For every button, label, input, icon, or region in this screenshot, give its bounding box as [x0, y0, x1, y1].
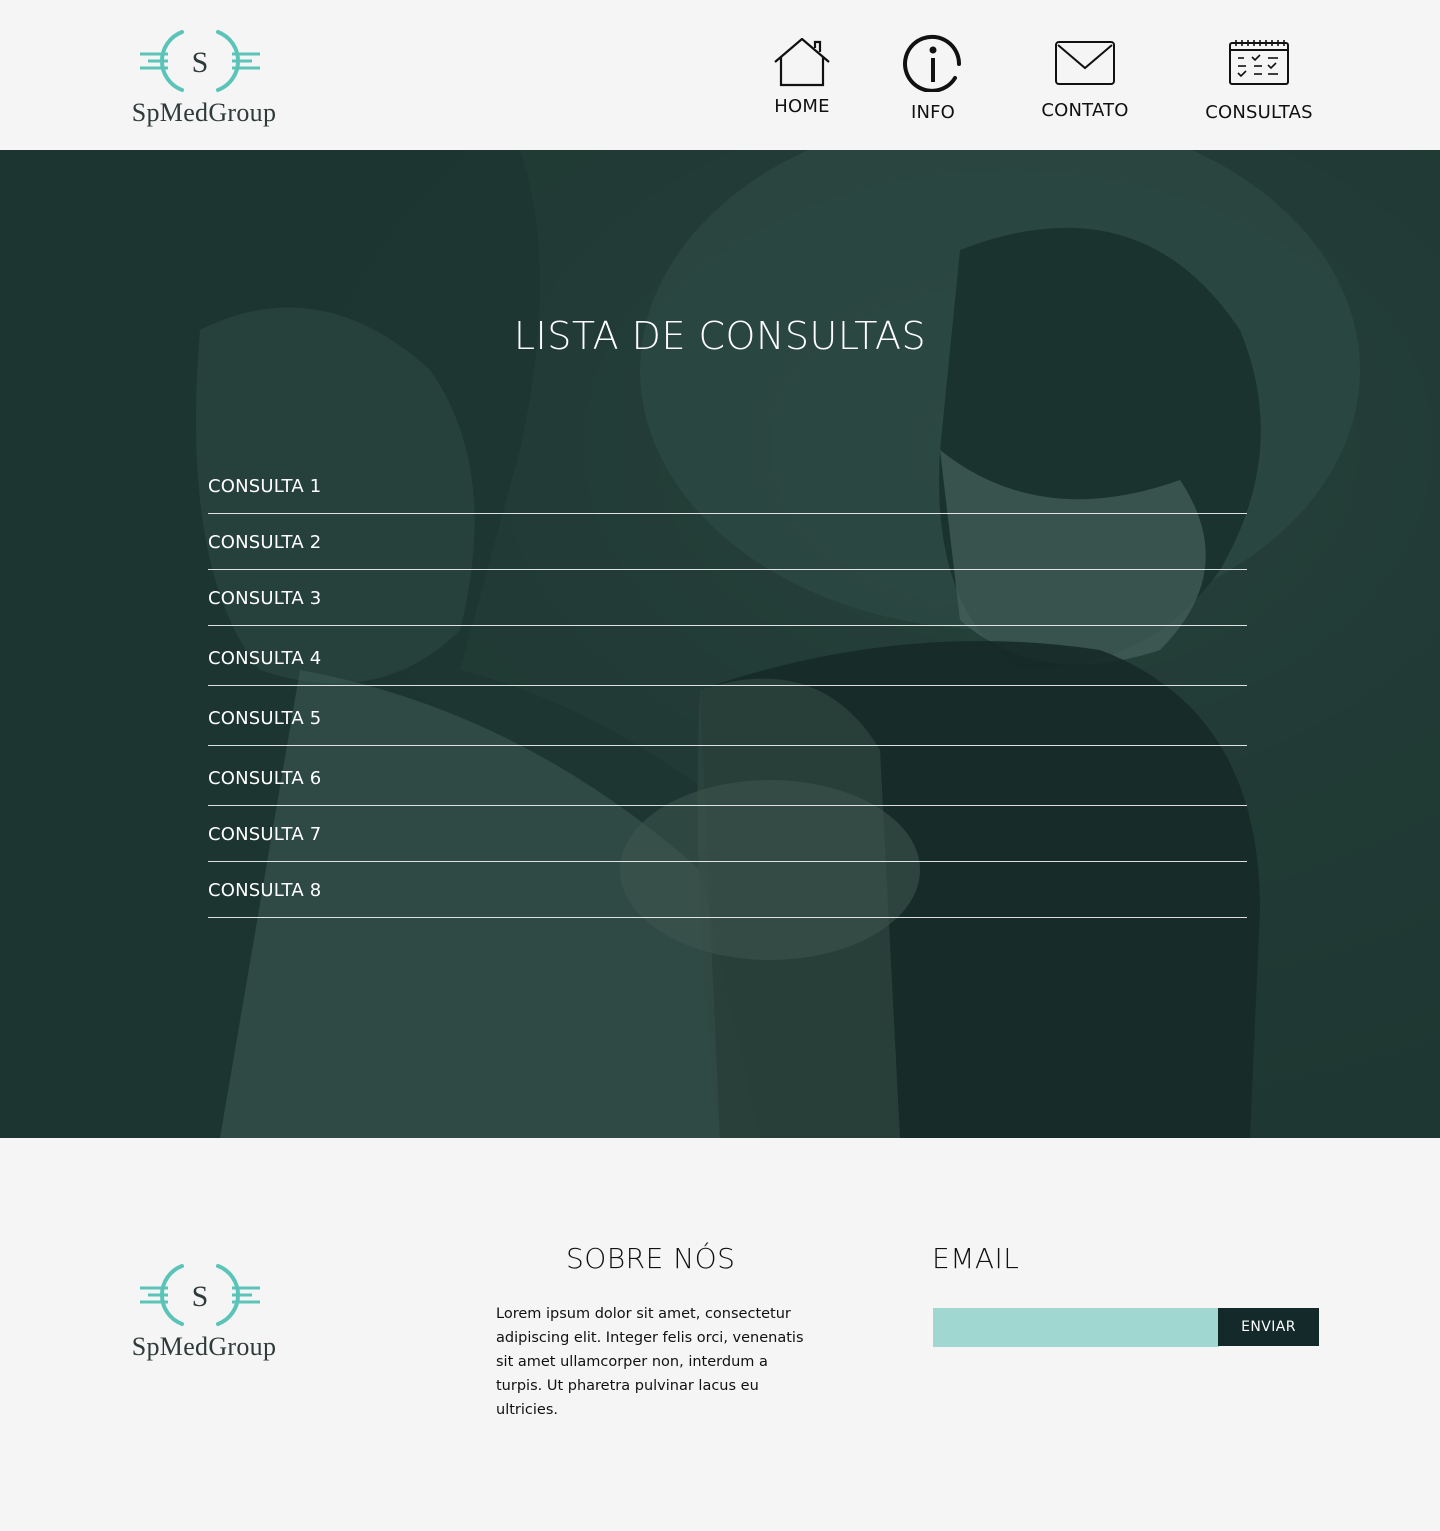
- nav-item-home[interactable]: HOME: [768, 36, 836, 117]
- hero-section: LISTA DE CONSULTAS CONSULTA 1 CONSULTA 2…: [0, 150, 1440, 1138]
- nav-item-consultas[interactable]: CONSULTAS: [1205, 38, 1313, 123]
- nav-label-consultas: CONSULTAS: [1205, 102, 1313, 123]
- calendar-icon: [1229, 40, 1289, 85]
- site-header: S SpMedGroup HOME INFO CONTATO CONSULTAS: [0, 0, 1440, 150]
- list-item-label: CONSULTA 5: [208, 708, 322, 729]
- list-item-consulta-6[interactable]: CONSULTA 6: [208, 746, 1247, 806]
- logo-text: SpMedGroup: [131, 1332, 277, 1361]
- nav-label-home: HOME: [774, 96, 830, 117]
- nav-label-info: INFO: [910, 102, 956, 123]
- nav-item-info[interactable]: INFO: [898, 34, 968, 123]
- email-title: EMAIL: [932, 1242, 1020, 1275]
- footer-logo[interactable]: S SpMedGroup: [124, 1262, 284, 1372]
- email-input[interactable]: [933, 1308, 1219, 1347]
- header-logo[interactable]: S SpMedGroup: [124, 28, 284, 138]
- consultas-list: CONSULTA 1 CONSULTA 2 CONSULTA 3 CONSULT…: [208, 456, 1247, 918]
- list-item-consulta-7[interactable]: CONSULTA 7: [208, 806, 1247, 862]
- logo-mark-icon: S: [140, 1264, 260, 1326]
- list-item-label: CONSULTA 8: [208, 880, 322, 901]
- page-title: LISTA DE CONSULTAS: [513, 314, 927, 358]
- list-item-consulta-1[interactable]: CONSULTA 1: [208, 456, 1247, 514]
- envelope-icon: [1055, 41, 1115, 85]
- logo-letter: S: [192, 46, 209, 79]
- nav-item-contato[interactable]: CONTATO: [1040, 40, 1130, 121]
- list-item-consulta-2[interactable]: CONSULTA 2: [208, 514, 1247, 570]
- info-icon: [903, 34, 962, 92]
- list-item-label: CONSULTA 7: [208, 824, 322, 845]
- about-text: Lorem ipsum dolor sit amet, consectetur …: [496, 1306, 804, 1418]
- list-item-consulta-8[interactable]: CONSULTA 8: [208, 862, 1247, 918]
- house-icon: [774, 37, 830, 87]
- list-item-label: CONSULTA 1: [208, 476, 322, 497]
- nav-label-contato: CONTATO: [1041, 100, 1129, 121]
- logo-mark-icon: S: [140, 30, 260, 92]
- logo-text: SpMedGroup: [131, 98, 277, 127]
- about-title: SOBRE NÓS: [566, 1242, 736, 1275]
- list-item-label: CONSULTA 6: [208, 768, 322, 789]
- list-item-consulta-3[interactable]: CONSULTA 3: [208, 570, 1247, 626]
- list-item-label: CONSULTA 2: [208, 532, 322, 553]
- list-item-label: CONSULTA 3: [208, 588, 322, 609]
- list-item-label: CONSULTA 4: [208, 648, 322, 669]
- list-item-consulta-5[interactable]: CONSULTA 5: [208, 686, 1247, 746]
- list-item-consulta-4[interactable]: CONSULTA 4: [208, 626, 1247, 686]
- send-button[interactable]: ENVIAR: [1218, 1308, 1319, 1346]
- logo-letter: S: [192, 1280, 209, 1313]
- site-footer: S SpMedGroup SOBRE NÓS Lorem ipsum dolor…: [0, 1138, 1440, 1531]
